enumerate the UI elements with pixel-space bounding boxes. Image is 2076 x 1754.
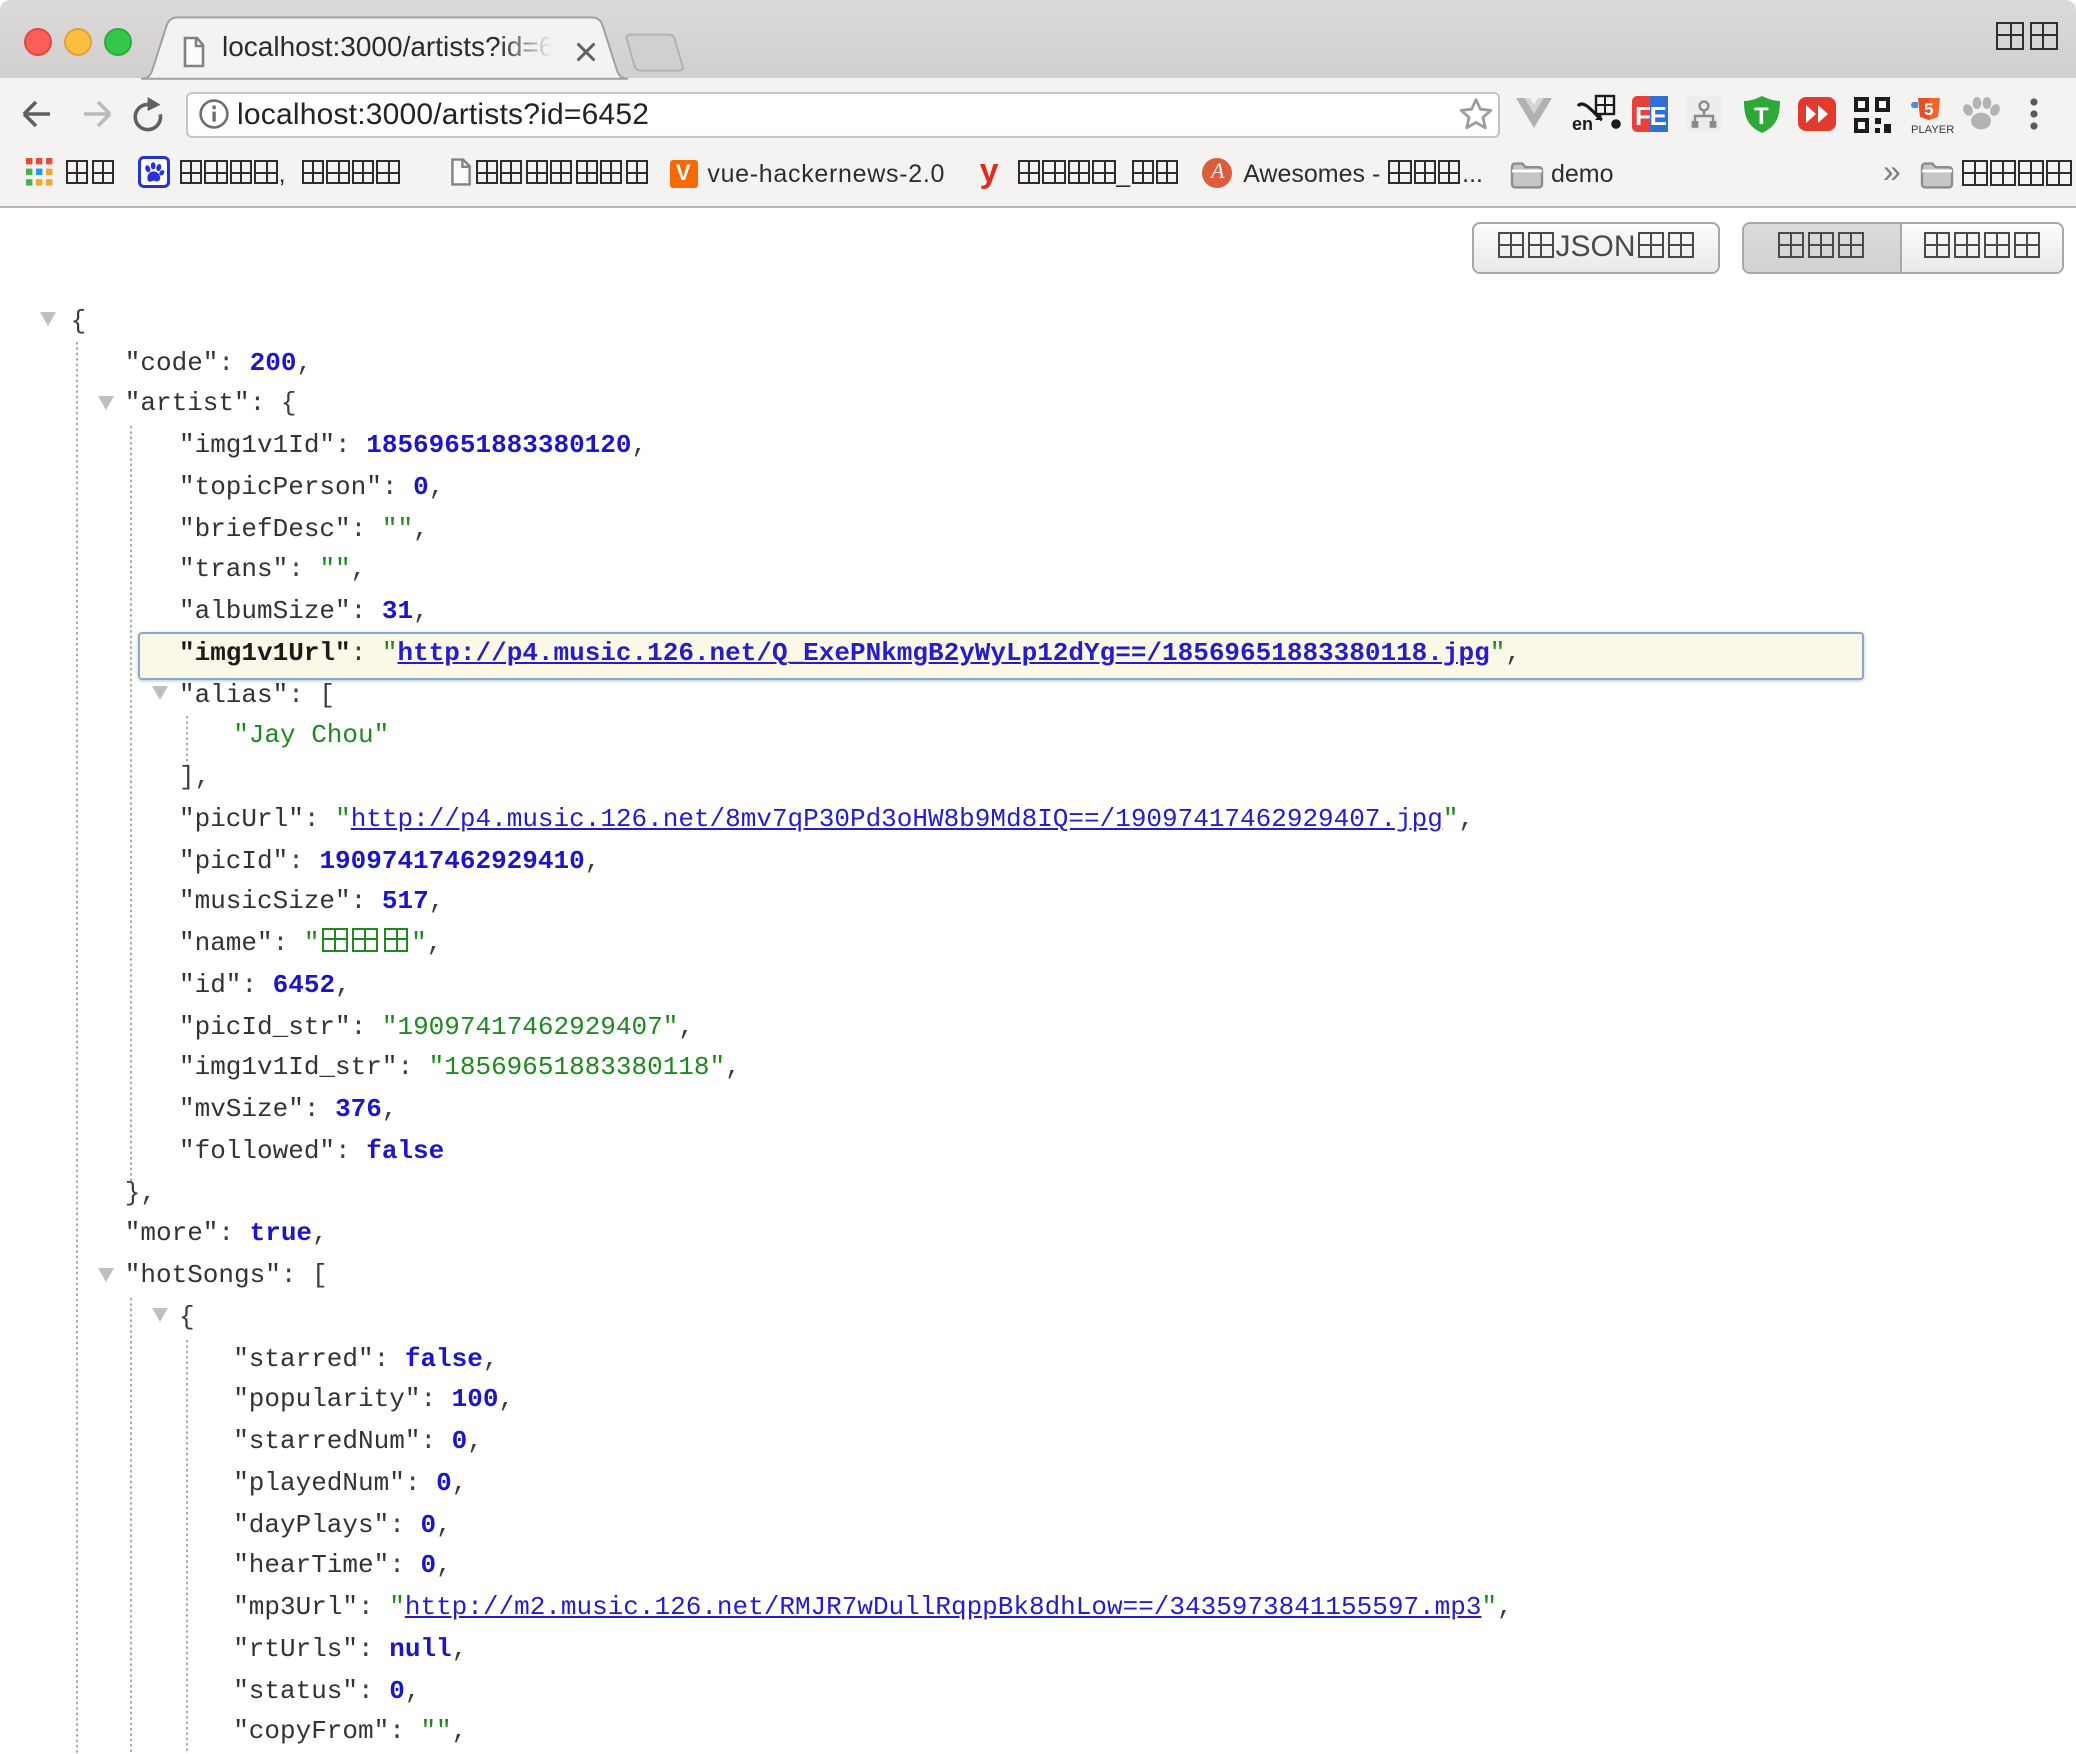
svg-text:en: en bbox=[1572, 114, 1593, 134]
svg-text:FE: FE bbox=[1635, 101, 1667, 131]
svg-text:5: 5 bbox=[1924, 100, 1933, 119]
svg-text:PLAYER: PLAYER bbox=[1911, 124, 1954, 136]
svg-text:T: T bbox=[1754, 103, 1769, 130]
